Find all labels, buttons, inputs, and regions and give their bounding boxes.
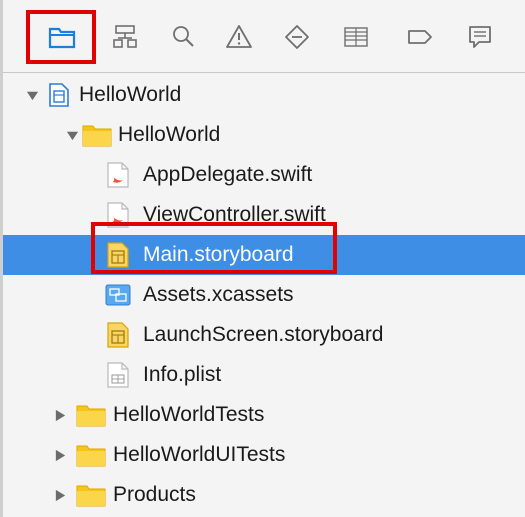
breakpoint-navigator-icon[interactable] [402,19,438,55]
swift-file-icon [107,202,129,228]
navigator-toolbar [3,0,525,73]
tree-row-group[interactable]: Products [3,475,525,515]
file-label: AppDelegate.swift [143,163,313,186]
file-label: ViewController.swift [143,203,326,226]
group-label: HelloWorldTests [113,403,265,426]
tree-row-file[interactable]: Info.plist [3,355,525,395]
file-label: Assets.xcassets [143,283,294,306]
group-label: Products [113,483,196,506]
tree-row-project[interactable]: HelloWorld [3,75,525,115]
tree-row-group[interactable]: HelloWorld [3,115,525,155]
tree-row-file-selected[interactable]: Main.storyboard [3,235,525,275]
test-navigator-icon[interactable] [279,19,315,55]
issue-navigator-icon[interactable] [221,19,257,55]
group-label: HelloWorldUITests [113,443,286,466]
symbol-navigator-icon[interactable] [107,19,143,55]
selected-tab-highlight [26,10,96,64]
tree-row-group[interactable]: HelloWorldTests [3,395,525,435]
disclosure-collapsed-icon[interactable] [53,488,67,502]
project-file-icon [49,83,69,107]
plist-file-icon [107,362,129,388]
file-label: Main.storyboard [143,243,294,266]
folder-icon [76,483,106,507]
tree-row-file[interactable]: LaunchScreen.storyboard [3,315,525,355]
file-label: Info.plist [143,363,222,386]
folder-icon [76,443,106,467]
disclosure-expanded-icon[interactable] [65,128,79,142]
tree-row-file[interactable]: AppDelegate.swift [3,155,525,195]
disclosure-collapsed-icon[interactable] [53,448,67,462]
project-navigator: HelloWorld HelloWorld AppDelegate.swift … [0,0,525,517]
file-label: LaunchScreen.storyboard [143,323,384,346]
group-label: HelloWorld [118,123,221,146]
tree-row-file[interactable]: Assets.xcassets [3,275,525,315]
swift-file-icon [107,162,129,188]
folder-icon [82,123,112,147]
disclosure-expanded-icon[interactable] [25,88,39,102]
tree-row-group[interactable]: HelloWorldUITests [3,435,525,475]
storyboard-file-icon [107,242,129,268]
folder-icon [76,403,106,427]
debug-navigator-icon[interactable] [338,19,374,55]
report-navigator-icon[interactable] [462,19,498,55]
storyboard-file-icon [107,322,129,348]
asset-catalog-icon [105,284,131,306]
tree-row-file[interactable]: ViewController.swift [3,195,525,235]
find-navigator-icon[interactable] [165,19,201,55]
project-label: HelloWorld [79,83,182,106]
disclosure-collapsed-icon[interactable] [53,408,67,422]
